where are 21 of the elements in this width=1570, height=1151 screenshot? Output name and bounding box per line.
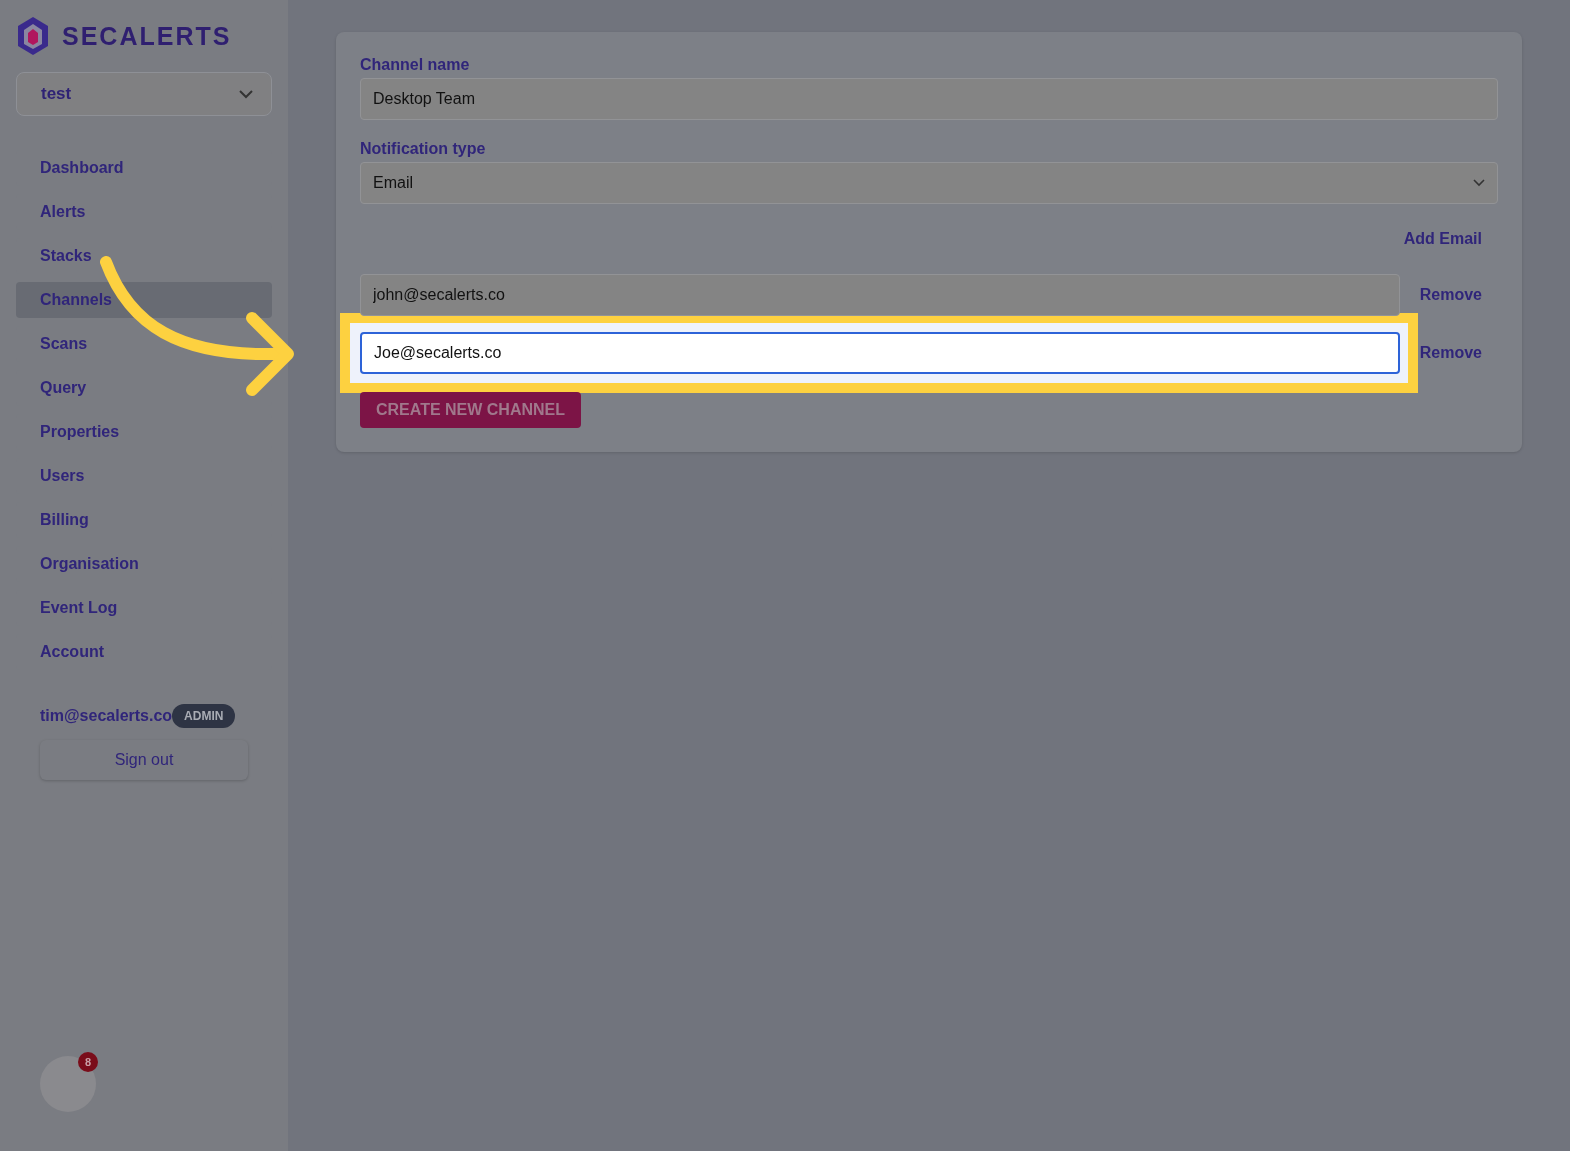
add-email-link[interactable]: Add Email: [1403, 230, 1482, 248]
chat-widget[interactable]: [40, 1056, 96, 1112]
user-email: tim@secalerts.co: [40, 707, 173, 725]
notification-badge: 8: [78, 1052, 98, 1072]
field-label: Notification type: [360, 140, 487, 158]
remove-link[interactable]: Remove: [1419, 344, 1482, 362]
chevron-down-icon: [1473, 179, 1485, 187]
email-input[interactable]: john@secalerts.co: [360, 274, 1400, 316]
organisation-select[interactable]: test: [16, 72, 272, 116]
role-badge: ADMIN: [172, 704, 236, 728]
brand-name: SECALERTS: [62, 21, 232, 51]
nav-item[interactable]: Channels: [16, 282, 272, 318]
chevron-down-icon: [239, 89, 253, 99]
email-input[interactable]: Joe@secalerts.co: [360, 332, 1400, 374]
channel-name-field[interactable]: Desktop Team: [360, 78, 1498, 120]
notification-type-select[interactable]: Email: [360, 162, 1498, 204]
field-label: Channel name: [360, 56, 471, 74]
sign-out-button[interactable]: Sign out: [40, 740, 248, 780]
create-channel-button[interactable]: CREATE NEW CHANNEL: [360, 392, 582, 428]
remove-link[interactable]: Remove: [1419, 286, 1482, 304]
shield-logo-icon: [16, 16, 50, 56]
